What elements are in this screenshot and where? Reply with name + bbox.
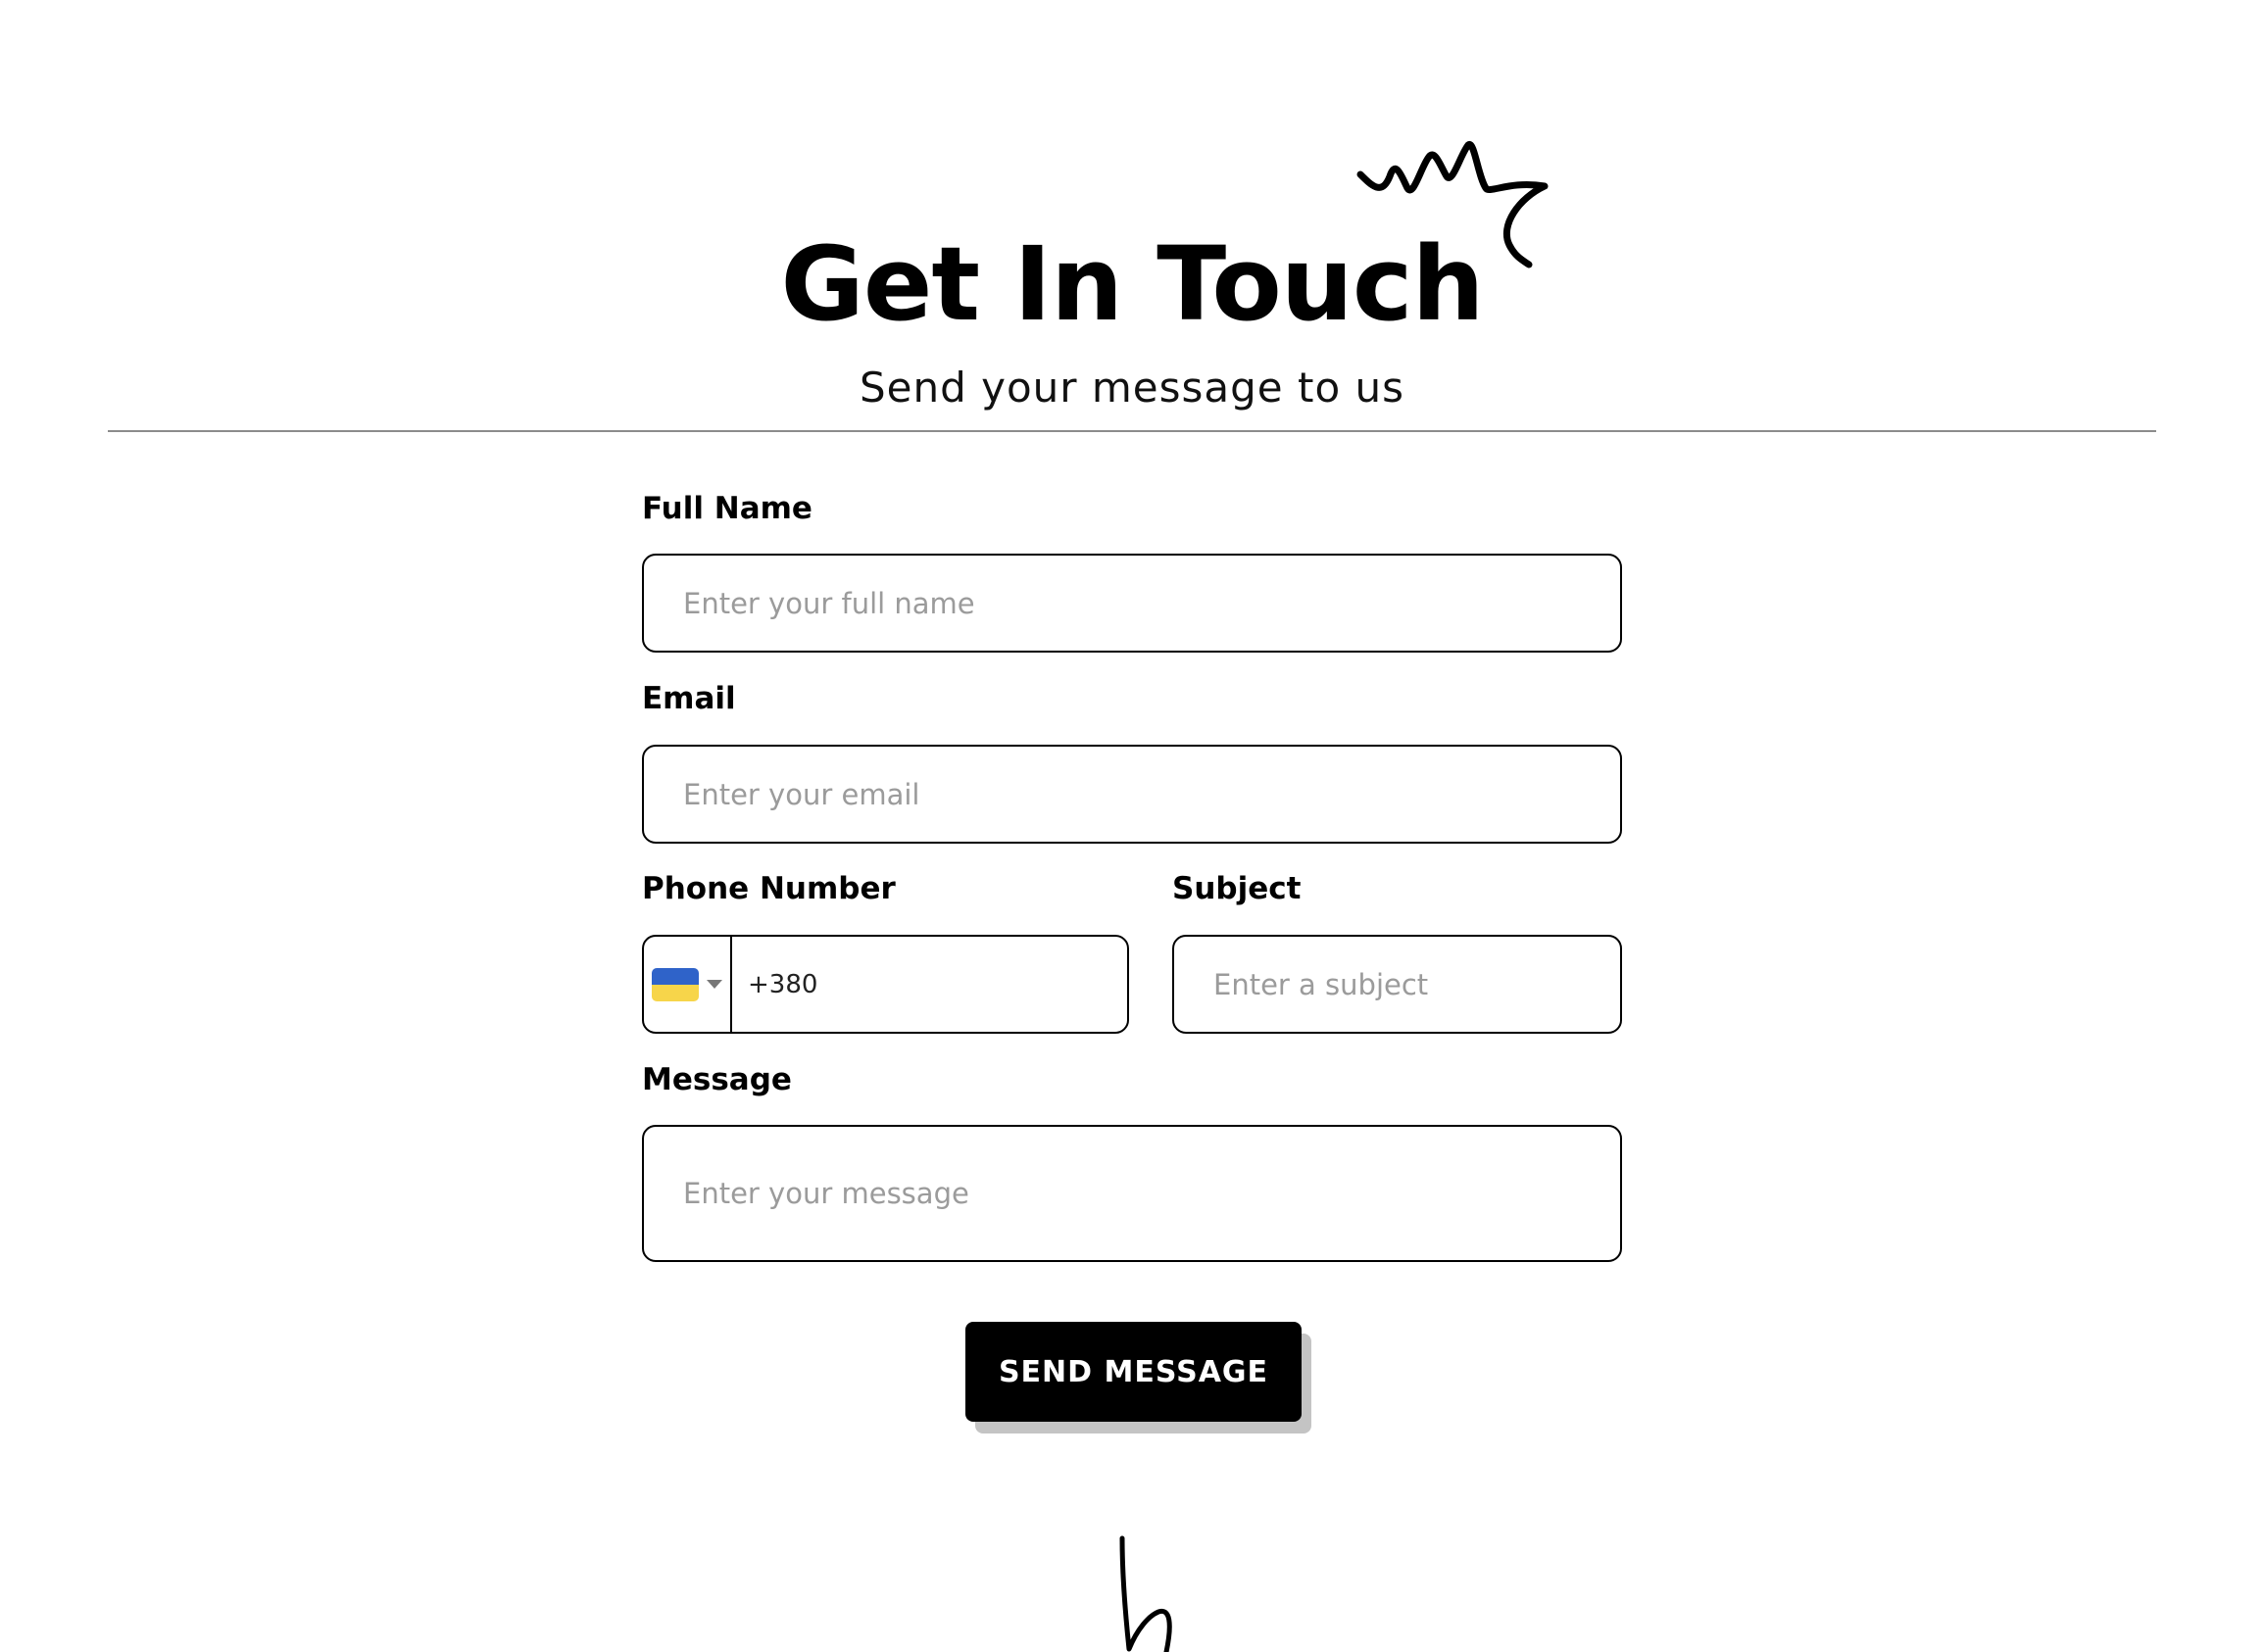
email-input[interactable]: Enter your email bbox=[642, 745, 1622, 844]
chevron-down-icon bbox=[707, 980, 722, 989]
crown-scribble-icon bbox=[1356, 141, 1549, 268]
phone-number-field: +380 bbox=[642, 935, 1129, 1034]
header-divider bbox=[108, 430, 2156, 432]
full-name-input[interactable]: Enter your full name bbox=[642, 554, 1622, 653]
phone-number-input[interactable]: +380 bbox=[732, 937, 1127, 1032]
ukraine-flag-icon bbox=[652, 967, 699, 1001]
send-message-button[interactable]: SEND MESSAGE bbox=[965, 1322, 1302, 1422]
message-label: Message bbox=[642, 1062, 792, 1097]
email-placeholder: Enter your email bbox=[683, 777, 920, 811]
page-subtitle: Send your message to us bbox=[859, 364, 1405, 412]
subject-label: Subject bbox=[1172, 871, 1302, 906]
phone-number-label: Phone Number bbox=[642, 871, 896, 906]
subject-placeholder: Enter a subject bbox=[1213, 967, 1429, 1001]
full-name-label: Full Name bbox=[642, 491, 812, 526]
email-label: Email bbox=[642, 681, 736, 716]
message-placeholder: Enter your message bbox=[683, 1177, 969, 1210]
full-name-placeholder: Enter your full name bbox=[683, 586, 975, 620]
contact-page: Get In Touch Send your message to us Ful… bbox=[0, 0, 2264, 1652]
country-code-dropdown[interactable] bbox=[644, 937, 732, 1032]
heading-area: Get In Touch bbox=[0, 220, 2264, 348]
send-button-wrapper: SEND MESSAGE bbox=[965, 1322, 1311, 1433]
subject-input[interactable]: Enter a subject bbox=[1172, 935, 1622, 1034]
hand-drawn-squiggle-icon bbox=[1119, 1535, 1172, 1652]
message-textarea[interactable]: Enter your message bbox=[642, 1125, 1622, 1262]
